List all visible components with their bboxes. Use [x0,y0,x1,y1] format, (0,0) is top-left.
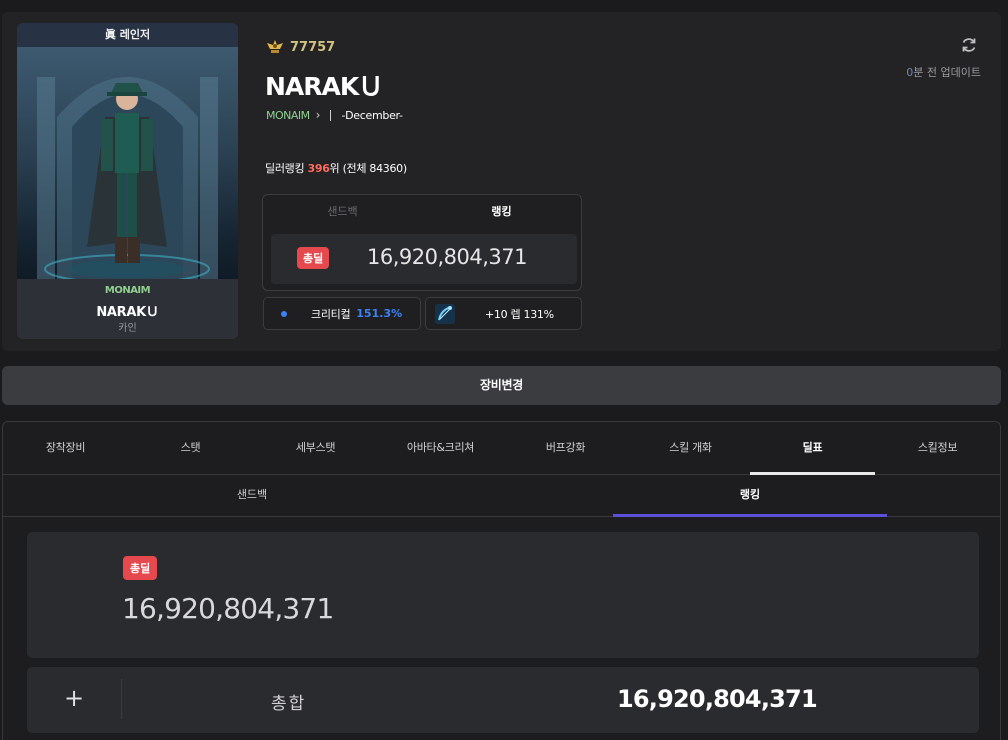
character-card[interactable]: 眞 레인저 MONAIM NARAKＵ 카인 [17,23,238,339]
divider [121,679,122,719]
tab-avatar-creature[interactable]: 아바타&크리쳐 [378,422,503,475]
subtab-sandbag[interactable]: 샌드백 [115,475,389,517]
total-damage-value: 16,920,804,371 [122,592,334,625]
tab-damage-table[interactable]: 딜표 [750,422,875,475]
tab-buff-enhance[interactable]: 버프강화 [503,422,628,475]
divider [330,109,332,121]
weapon-label: +10 렙 131% [485,307,554,321]
total-damage-value: 16,920,804,371 [367,245,528,269]
character-profile-panel: 眞 레인저 MONAIM NARAKＵ 카인 77757 NARAKＵ MONA… [2,12,1001,351]
critical-stat: 크리티컬 151.3% [263,297,421,330]
last-update: 0분 전 업데이트 [906,64,981,80]
summary-label: 총합 [271,694,307,714]
portrait-art [37,77,218,279]
equipment-change-button[interactable]: 장비변경 [2,366,1001,405]
critical-value: 151.3% [356,307,403,320]
weapon-bow-icon [435,303,455,324]
fame-medal-icon [267,40,283,53]
update-suffix: 분 전 업데이트 [913,66,981,79]
sub-tabs: 샌드백 랭킹 [3,475,1000,517]
fame-value: 77757 [290,39,336,55]
fame-row: 77757 [266,38,335,56]
score-value-box: 총딜 16,920,804,371 [271,234,577,284]
expand-button[interactable]: + [64,684,84,712]
tab-detail-stats[interactable]: 세부스탯 [253,422,378,475]
tab-equipped-gear[interactable]: 장착장비 [3,422,128,475]
tab-skill-info[interactable]: 스킬정보 [875,422,1000,475]
summary-value: 16,920,804,371 [617,685,818,713]
card-character-name: NARAKＵ [96,305,159,320]
critical-label: 크리티컬 [311,307,351,321]
critical-dot-icon [281,310,287,317]
tab-sandbag[interactable]: 샌드백 [263,195,422,229]
ranking-number: 396 [307,162,330,175]
tab-ranking[interactable]: 랭킹 [422,195,581,229]
score-summary-box: 샌드백 랭킹 총딜 16,920,804,371 [262,194,582,291]
score-tabs: 샌드백 랭킹 [263,195,581,229]
detail-panel: 장착장비 스탯 세부스탯 아바타&크리쳐 버프강화 스킬 개화 딜표 스킬정보 … [2,421,1001,740]
character-portrait [17,47,238,279]
chevron-right-icon[interactable]: › [316,108,321,122]
card-info: MONAIM NARAKＵ 카인 [17,279,238,339]
card-job: 카인 [118,323,137,334]
adventure-name: -December- [341,108,403,122]
ranking-suffix: 위 (전체 84360) [329,162,408,175]
character-name: NARAKＵ [265,72,383,101]
guild-link[interactable]: MONAIM [266,109,310,122]
tab-skill-bloom[interactable]: 스킬 개화 [628,422,753,475]
subtab-ranking[interactable]: 랭킹 [613,475,887,517]
card-title: 眞 레인저 [17,23,238,47]
dealer-ranking: 딜러랭킹 396위 (전체 84360) [265,160,407,176]
tab-stats[interactable]: 스탯 [128,422,253,475]
total-damage-badge: 총딜 [297,247,330,269]
summary-row: + 총합 16,920,804,371 [27,667,979,733]
card-guild: MONAIM [104,285,151,296]
total-damage-badge: 총딜 [123,556,158,580]
guild-row: MONAIM › -December- [266,108,403,122]
total-damage-card: 총딜 16,920,804,371 [27,532,979,658]
weapon-stat: +10 렙 131% [425,297,582,330]
refresh-icon[interactable] [960,36,978,54]
ranking-prefix: 딜러랭킹 [265,162,305,175]
main-tabs: 장착장비 스탯 세부스탯 아바타&크리쳐 버프강화 스킬 개화 딜표 스킬정보 [3,422,1000,475]
